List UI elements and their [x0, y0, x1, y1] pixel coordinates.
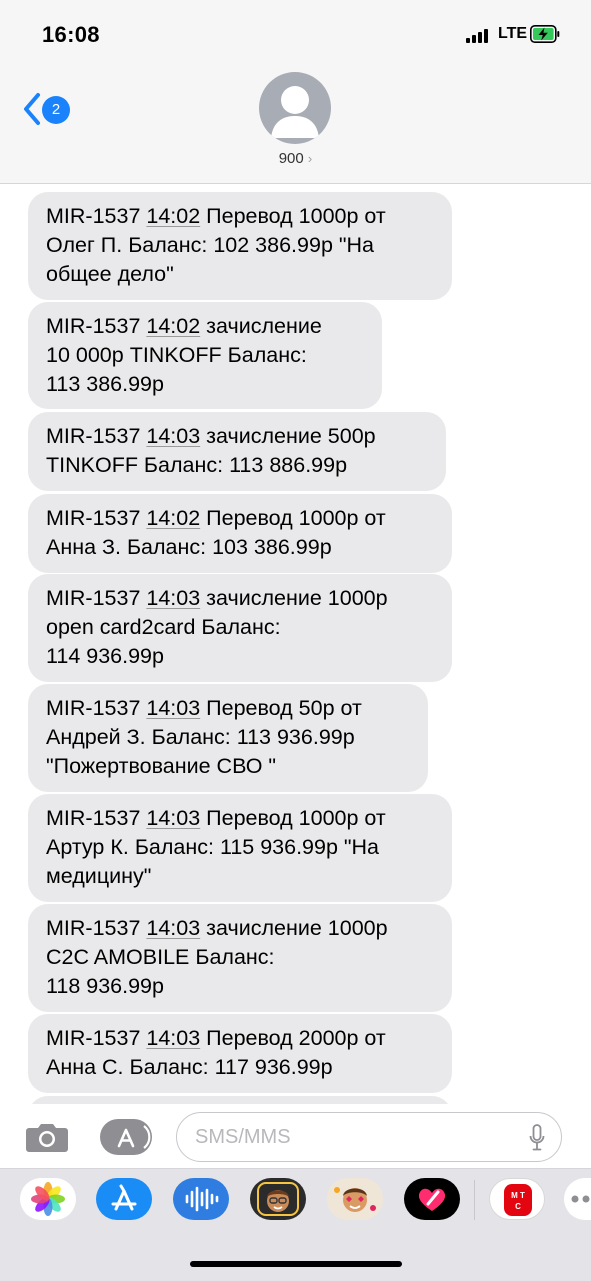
- contact-number: 900: [278, 150, 304, 167]
- camera-icon[interactable]: [25, 1121, 69, 1153]
- message-bubble[interactable]: MIR-1537 14:03 зачисление 1000р open car…: [28, 574, 452, 682]
- memoji-icon[interactable]: [250, 1178, 306, 1220]
- message-bubble[interactable]: MIR-1537 14:03 Перевод 50р от Андрей З. …: [28, 684, 428, 792]
- message-list[interactable]: MIR-1537 14:02 Перевод 1000р от Олег П. …: [0, 184, 591, 1104]
- unread-badge[interactable]: 2: [42, 96, 70, 124]
- message-bubble[interactable]: MIR-1537 14:03 Перевод 1000р от Артур К.…: [28, 794, 452, 902]
- message-bubble[interactable]: MIR-1537 14:03 зачисление 1000р C2C AMOB…: [28, 904, 452, 1012]
- status-time: 16:08: [42, 22, 100, 47]
- message-time[interactable]: 14:03: [146, 806, 200, 830]
- message-input-placeholder: SMS/MMS: [195, 1126, 291, 1148]
- message-input[interactable]: SMS/MMS: [176, 1112, 562, 1162]
- contact-name[interactable]: 900 ›: [0, 150, 591, 167]
- message-time[interactable]: 14:03: [146, 1026, 200, 1050]
- conversation-header: 16:08 LTE 2 900 ›: [0, 0, 591, 184]
- audio-message-icon[interactable]: [173, 1178, 229, 1220]
- microphone-icon[interactable]: [529, 1124, 545, 1152]
- message-time[interactable]: 14:03: [146, 916, 200, 940]
- home-indicator[interactable]: [190, 1261, 402, 1267]
- message-bubble[interactable]: MIR-1537 14:02 зачисление 10 000р TINKOF…: [28, 302, 382, 409]
- app-store-icon[interactable]: [96, 1178, 152, 1220]
- cellular-signal-icon: [466, 29, 492, 43]
- message-time[interactable]: 14:03: [146, 586, 200, 610]
- message-time[interactable]: 14:03: [146, 424, 200, 448]
- message-bubble-partial[interactable]: [28, 1096, 452, 1104]
- message-time[interactable]: 14:02: [146, 204, 200, 228]
- contact-avatar[interactable]: [259, 72, 331, 144]
- photos-icon[interactable]: [20, 1178, 76, 1220]
- message-bubble[interactable]: MIR-1537 14:03 зачисление 500р TINKOFF Б…: [28, 412, 446, 491]
- message-bubble[interactable]: MIR-1537 14:02 Перевод 1000р от Анна З. …: [28, 494, 452, 573]
- chevron-right-icon: ›: [307, 151, 313, 166]
- svg-text:М Т: М Т: [511, 1191, 525, 1200]
- drawer-divider: [474, 1180, 475, 1220]
- mts-app-icon[interactable]: М Т С: [489, 1178, 545, 1220]
- app-store-button[interactable]: [100, 1119, 152, 1155]
- battery-charging-icon: [530, 25, 560, 43]
- network-type: LTE: [498, 25, 528, 42]
- message-time[interactable]: 14:02: [146, 506, 200, 530]
- digital-touch-icon[interactable]: [404, 1178, 460, 1220]
- person-icon: [271, 86, 319, 138]
- message-time[interactable]: 14:03: [146, 696, 200, 720]
- message-bubble[interactable]: MIR-1537 14:03 Перевод 2000р от Анна С. …: [28, 1014, 452, 1093]
- memoji-stickers-icon[interactable]: [327, 1178, 383, 1220]
- app-store-icon: [117, 1125, 151, 1149]
- message-time[interactable]: 14:02: [146, 314, 200, 338]
- message-bubble[interactable]: MIR-1537 14:02 Перевод 1000р от Олег П. …: [28, 192, 452, 300]
- svg-text:С: С: [515, 1202, 521, 1211]
